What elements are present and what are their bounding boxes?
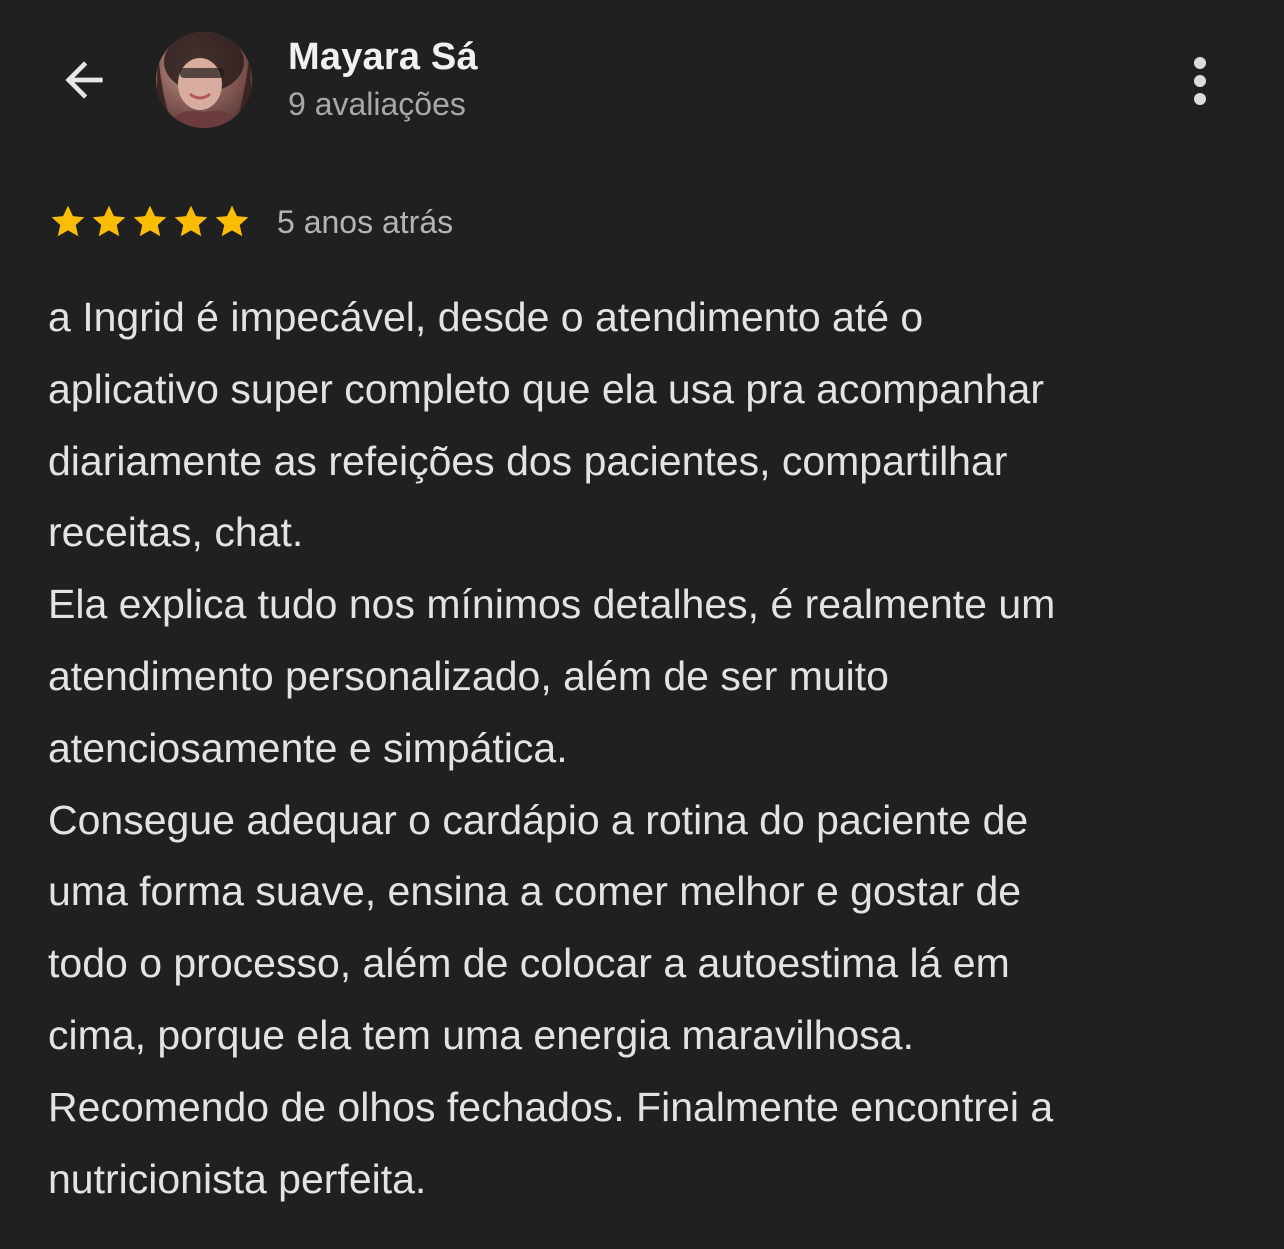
review-text-line: nutricionista perfeita.	[48, 1155, 427, 1202]
review-text-line: Ela explica tudo nos mínimos detalhes, é…	[48, 581, 1056, 628]
star-icon	[215, 205, 249, 237]
star-rating	[48, 202, 253, 242]
star-icon	[133, 205, 167, 237]
avatar-photo	[156, 32, 252, 128]
reviewer-name[interactable]: Mayara Sá	[288, 36, 478, 79]
review-text-line: receitas, chat.	[48, 509, 304, 556]
review-time-ago: 5 anos atrás	[277, 203, 454, 240]
review-text-line: cima, porque ela tem uma energia maravil…	[48, 1011, 914, 1058]
review-header: Mayara Sá 9 avaliações	[0, 0, 1284, 170]
star-icon	[51, 205, 85, 237]
review-body: a Ingrid é impecável, desde o atendiment…	[48, 282, 1248, 1215]
review-text-line: uma forma suave, ensina a comer melhor e…	[48, 868, 1022, 915]
star-icon	[92, 205, 126, 237]
arrow-left-icon	[65, 61, 103, 99]
reviewer-review-count: 9 avaliações	[288, 86, 466, 122]
review-text-line: atendimento personalizado, além de ser m…	[48, 652, 889, 699]
review-text-line: aplicativo super completo que ela usa pr…	[48, 365, 1044, 412]
back-button[interactable]	[44, 40, 124, 120]
review-text-line: todo o processo, além de colocar a autoe…	[48, 940, 1010, 987]
review-text-line: atenciosamente e simpática.	[48, 724, 568, 771]
avatar[interactable]	[156, 32, 252, 128]
more-vertical-icon	[1194, 57, 1206, 105]
review-text-line: a Ingrid é impecável, desde o atendiment…	[48, 294, 924, 340]
star-icon	[174, 205, 208, 237]
more-options-button[interactable]	[1170, 46, 1230, 116]
review-text-line: diariamente as refeições dos pacientes, …	[48, 437, 1008, 484]
rating-row: 5 anos atrás	[48, 198, 453, 246]
review-text-line: Recomendo de olhos fechados. Finalmente …	[48, 1083, 1054, 1130]
review-text-line: Consegue adequar o cardápio a rotina do …	[48, 796, 1029, 843]
